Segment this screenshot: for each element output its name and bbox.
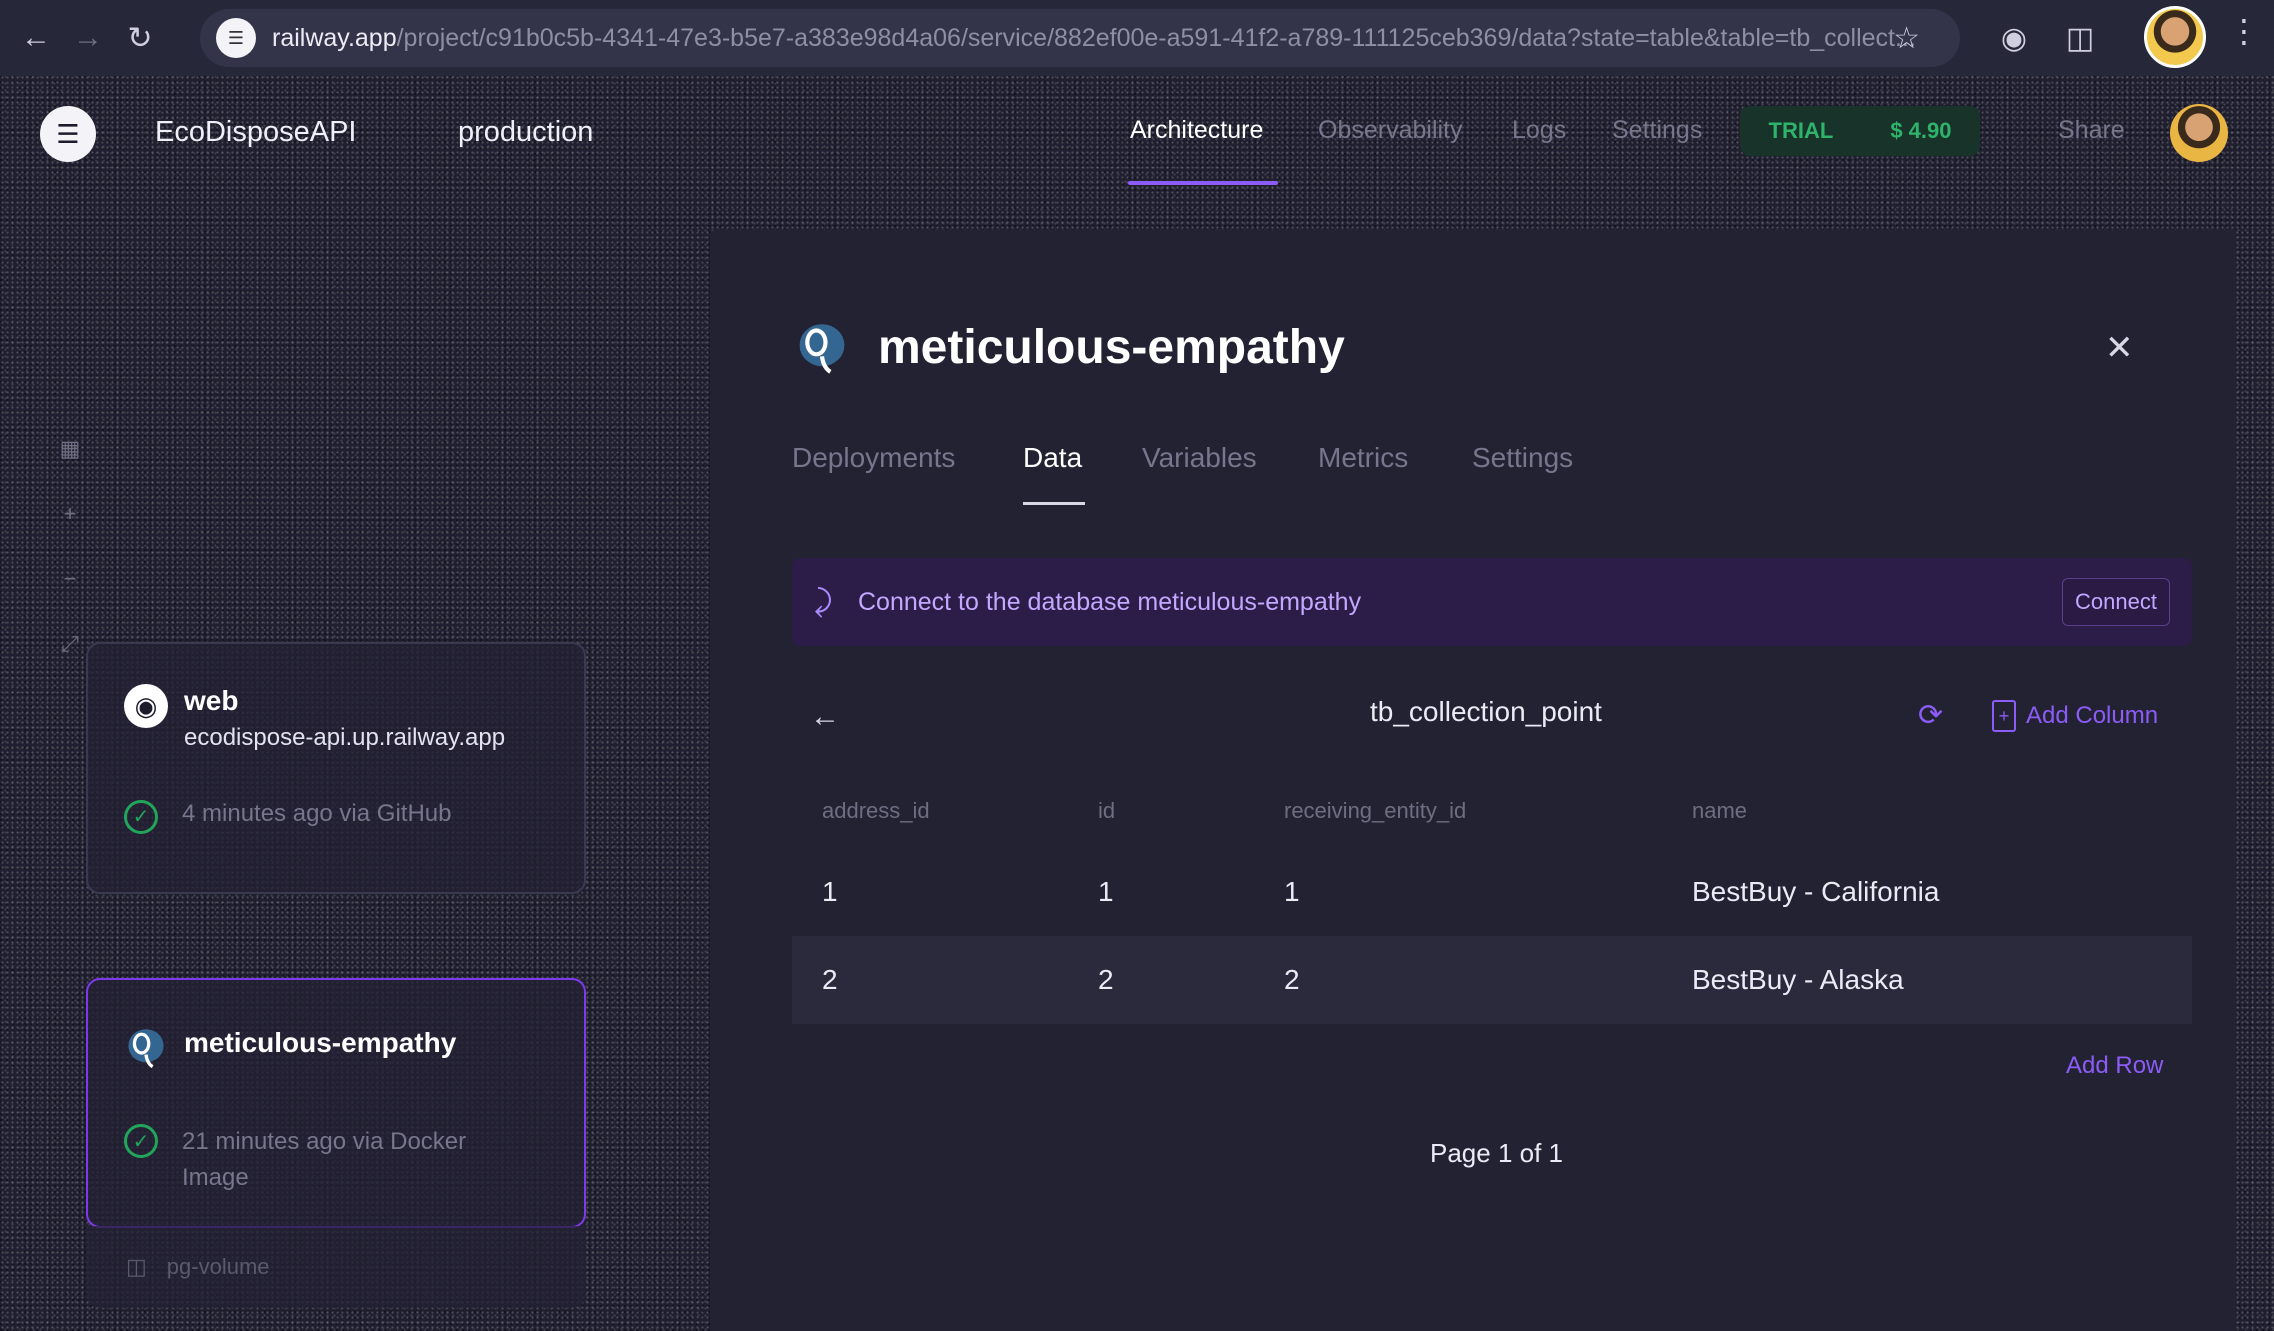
table-row[interactable]: 2 2 2 BestBuy - Alaska (792, 936, 2192, 1024)
url-host: railway.app (272, 23, 397, 52)
table-cell[interactable]: 1 (822, 876, 838, 908)
canvas-toolbar: ▦ + − ⤢ (48, 416, 92, 676)
table-row[interactable]: 1 1 1 BestBuy - California (792, 848, 2192, 936)
active-tab-indicator (1128, 181, 1278, 185)
add-column-icon: + (1992, 700, 2016, 732)
tab-observability[interactable]: Observability (1318, 116, 1463, 145)
user-avatar[interactable] (2170, 104, 2228, 162)
extension-icon[interactable]: ◉ (1990, 14, 2038, 62)
panel-title: meticulous-empathy (878, 321, 1345, 374)
deploy-status: 21 minutes ago via Docker Image (182, 1128, 467, 1191)
add-column-button[interactable]: + Add Column (1992, 700, 2158, 732)
trial-amount: $ 4.90 (1890, 118, 1952, 143)
zoom-out-icon[interactable]: − (64, 566, 77, 592)
tab-variables[interactable]: Variables (1142, 442, 1257, 474)
volume-row[interactable]: ◫ pg-volume (86, 1226, 586, 1308)
table-cell[interactable]: BestBuy - Alaska (1692, 964, 1904, 996)
url-path: /project/c91b0c5b-4341-47e3-b5e7-a383e98… (396, 23, 1916, 52)
browser-toolbar: ← → ↻ ☰ railway.app /project/c91b0c5b-43… (0, 0, 2274, 76)
tab-settings[interactable]: Settings (1612, 116, 1702, 145)
pagination-info: Page 1 of 1 (1430, 1138, 1563, 1168)
refresh-icon[interactable]: ⟳ (1918, 698, 1943, 733)
close-icon[interactable]: ✕ (2105, 328, 2134, 368)
service-card-postgres[interactable]: meticulous-empathy ✓ 21 minutes ago via … (86, 978, 586, 1228)
extensions-puzzle-icon[interactable]: ◫ (2056, 14, 2104, 62)
browser-menu-icon[interactable]: ⋮ (2228, 12, 2260, 50)
project-name[interactable]: EcoDisposeAPI (155, 116, 357, 149)
zoom-in-icon[interactable]: + (64, 501, 77, 527)
deploy-success-icon: ✓ (124, 1124, 158, 1158)
app-header: ☰ EcoDisposeAPI production Architecture … (0, 76, 2274, 186)
column-header[interactable]: address_id (822, 798, 930, 824)
architecture-canvas[interactable]: ▦ + − ⤢ ◉ web ecodispose-api.up.railway.… (0, 186, 710, 1331)
table-cell[interactable]: 2 (1098, 964, 1114, 996)
bookmark-star-icon[interactable]: ☆ (1893, 21, 1920, 56)
forward-icon[interactable]: → (62, 12, 114, 64)
service-url[interactable]: ecodispose-api.up.railway.app (184, 724, 505, 752)
banner-text: Connect to the database meticulous-empat… (858, 587, 1362, 616)
postgres-icon (799, 324, 845, 374)
address-bar[interactable]: ☰ railway.app /project/c91b0c5b-4341-47e… (200, 9, 1960, 67)
table-cell[interactable]: 1 (1284, 876, 1300, 908)
tab-deployments[interactable]: Deployments (792, 442, 955, 474)
service-name: web (184, 685, 239, 716)
tab-data[interactable]: Data (1023, 442, 1082, 474)
table-cell[interactable]: 2 (1284, 964, 1300, 996)
add-column-label: Add Column (2026, 702, 2159, 729)
grid-icon[interactable]: ▦ (60, 436, 81, 462)
browser-profile-avatar[interactable] (2144, 6, 2206, 68)
deploy-status: 4 minutes ago via GitHub (182, 799, 452, 827)
table-cell[interactable]: 2 (822, 964, 838, 996)
active-tab-indicator (1023, 502, 1085, 505)
tab-logs[interactable]: Logs (1512, 116, 1566, 145)
tab-architecture[interactable]: Architecture (1130, 116, 1263, 145)
environment-selector[interactable]: production (458, 116, 593, 149)
service-card-web[interactable]: ◉ web ecodispose-api.up.railway.app ✓ 4 … (86, 642, 586, 894)
trial-badge[interactable]: TRIAL $ 4.90 (1740, 106, 1980, 156)
trial-label: TRIAL (1768, 118, 1834, 143)
share-button[interactable]: Share (2058, 116, 2125, 145)
column-header[interactable]: name (1692, 798, 1747, 824)
table-cell[interactable]: BestBuy - California (1692, 876, 1939, 908)
volume-label: pg-volume (166, 1254, 270, 1279)
tab-settings[interactable]: Settings (1472, 442, 1573, 474)
volume-icon: ◫ (126, 1254, 147, 1279)
reload-icon[interactable]: ↻ (114, 12, 166, 64)
service-name: meticulous-empathy (184, 1027, 457, 1058)
fit-view-icon[interactable]: ⤢ (61, 631, 79, 657)
deploy-success-icon: ✓ (124, 799, 158, 834)
table-cell[interactable]: 1 (1098, 876, 1114, 908)
add-row-button[interactable]: Add Row (2066, 1052, 2163, 1080)
site-info-icon[interactable]: ☰ (216, 18, 256, 58)
railway-logo-icon[interactable]: ☰ (40, 106, 96, 162)
github-icon: ◉ (124, 684, 168, 728)
tab-metrics[interactable]: Metrics (1318, 442, 1408, 474)
column-header[interactable]: id (1098, 798, 1115, 824)
postgres-icon (128, 1029, 164, 1069)
service-panel: meticulous-empathy ✕ Deployments Data Va… (710, 230, 2236, 1331)
connect-banner: ⤸ Connect to the database meticulous-emp… (792, 558, 2192, 646)
table-name: tb_collection_point (1370, 696, 1602, 727)
back-arrow-icon[interactable]: ← (810, 700, 840, 734)
back-icon[interactable]: ← (10, 12, 62, 64)
connect-button[interactable]: Connect (2062, 578, 2170, 626)
plug-icon: ⤸ (814, 585, 832, 618)
column-header[interactable]: receiving_entity_id (1284, 798, 1466, 824)
